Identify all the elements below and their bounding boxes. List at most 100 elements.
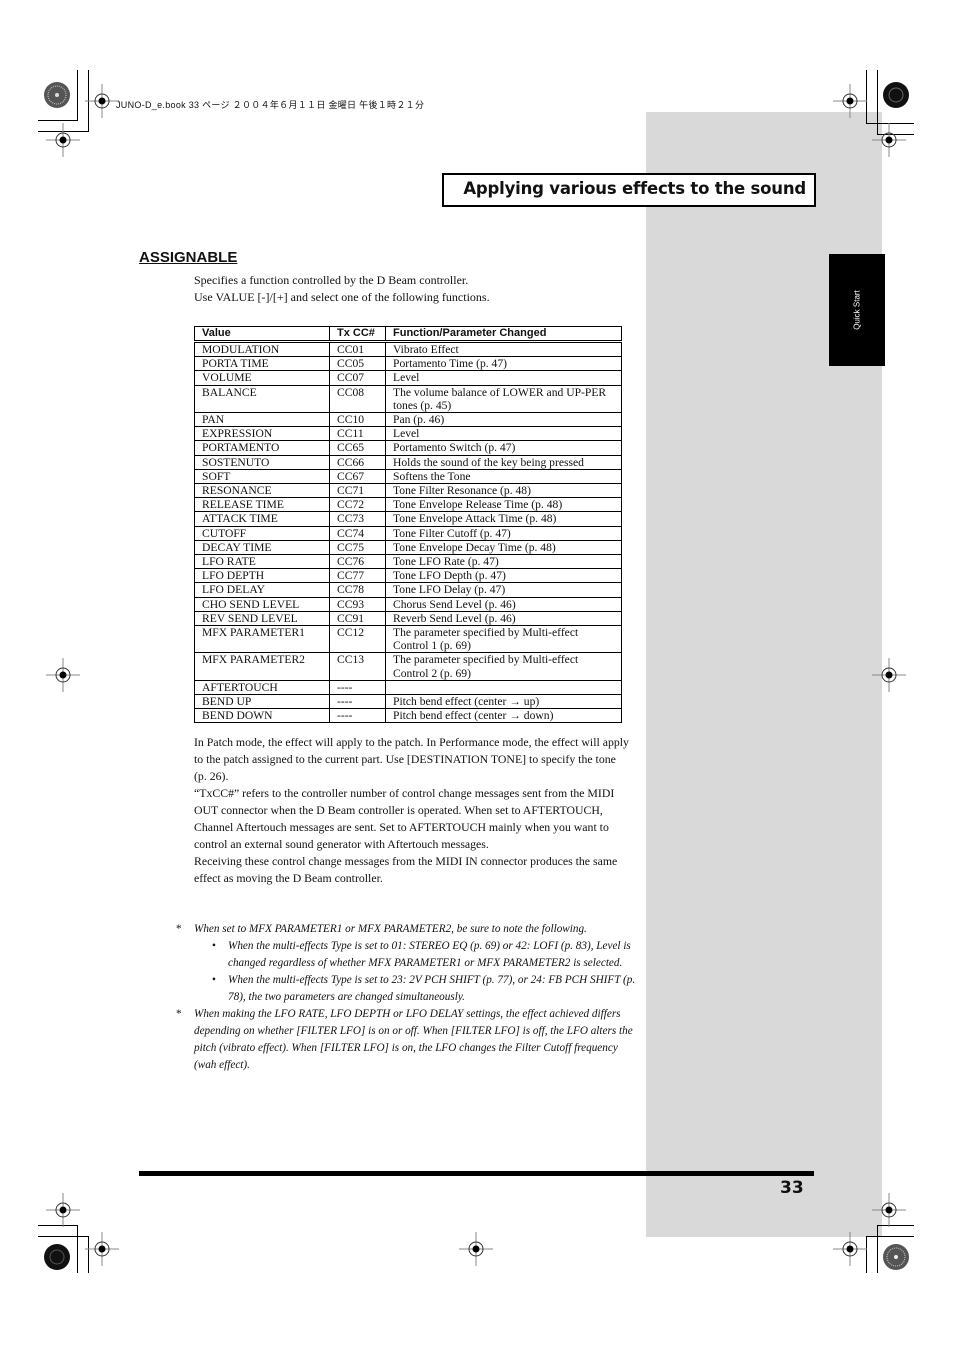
- table-row: ATTACK TIME CC73 Tone Envelope Attack Time…: [194, 511, 622, 527]
- function-cell: Pitch bend effect (center → down): [385, 708, 622, 724]
- color-target-icon: [883, 82, 909, 108]
- note-bullet: • When the multi-effects Type is set to …: [176, 938, 636, 972]
- value-cell: REV SEND LEVEL: [194, 610, 330, 627]
- table-row: BEND UP ---- Pitch bend effect (center → u…: [194, 694, 622, 710]
- function-cell: The volume balance of LOWER and UP-PER t…: [385, 384, 622, 414]
- function-cell: Tone Filter Resonance (p. 48): [385, 483, 622, 499]
- registration-mark-icon: [833, 84, 867, 118]
- section-title: ASSIGNABLE: [139, 249, 238, 266]
- cc-cell: CC73: [329, 511, 386, 527]
- value-cell: DECAY TIME: [194, 539, 330, 556]
- intro-line: Specifies a function controlled by the D…: [194, 273, 469, 287]
- asterisk-marker: *: [176, 923, 182, 935]
- table-row: PORTAMENTO CC65 Portamento Switch (p. 47): [194, 440, 622, 456]
- value-cell: CUTOFF: [194, 525, 330, 541]
- table-row: MFX PARAMETER2 CC13 The parameter specifie…: [194, 652, 622, 681]
- value-cell: SOFT: [194, 468, 330, 485]
- bullet-text: When the multi-effects Type is set to 23…: [228, 974, 636, 1003]
- registration-mark-icon: [872, 123, 906, 157]
- table-row: LFO DELAY CC78 Tone LFO Delay (p. 47): [194, 582, 622, 598]
- table-row: LFO DEPTH CC77 Tone LFO Depth (p. 47): [194, 568, 622, 584]
- footer-rule: [139, 1171, 814, 1176]
- function-cell: Level: [385, 426, 622, 442]
- function-cell: Tone Filter Cutoff (p. 47): [385, 525, 622, 541]
- cc-cell: CC11: [329, 426, 386, 442]
- table-header-row: Value Tx CC# Function/Parameter Changed: [194, 326, 622, 343]
- note: * When set to MFX PARAMETER1 or MFX PARA…: [176, 921, 636, 938]
- registration-mark-icon: [85, 84, 119, 118]
- registration-mark-icon: [85, 1232, 119, 1266]
- crop-mark: [77, 1225, 78, 1273]
- cc-cell: CC72: [329, 497, 386, 513]
- paragraph: Receiving these control change messages …: [194, 854, 618, 885]
- value-cell: VOLUME: [194, 370, 330, 386]
- crop-mark: [38, 1236, 89, 1237]
- function-cell: The parameter specified by Multi-effect …: [385, 652, 622, 681]
- cc-cell: CC65: [329, 440, 386, 456]
- cc-cell: CC74: [329, 525, 386, 541]
- table-row: CHO SEND LEVEL CC93 Chorus Send Level (p. …: [194, 596, 622, 612]
- note-text: When making the LFO RATE, LFO DEPTH or L…: [194, 1008, 633, 1071]
- cc-cell: CC76: [329, 554, 386, 570]
- notes: * When set to MFX PARAMETER1 or MFX PARA…: [176, 921, 636, 1074]
- table-row: REV SEND LEVEL CC91 Reverb Send Level (p. …: [194, 610, 622, 627]
- function-cell: The parameter specified by Multi-effect …: [385, 625, 622, 654]
- table-row: PORTA TIME CC05 Portamento Time (p. 47): [194, 356, 622, 372]
- bullet-icon: •: [212, 974, 216, 986]
- table-row: SOFT CC67 Softens the Tone: [194, 468, 622, 485]
- cc-cell: ----: [329, 708, 386, 724]
- bullet-icon: •: [212, 940, 216, 952]
- cc-cell: CC12: [329, 625, 386, 654]
- cc-cell: CC05: [329, 356, 386, 372]
- function-cell: Pitch bend effect (center → up): [385, 694, 622, 710]
- value-cell: PAN: [194, 412, 330, 428]
- registration-mark-icon: [46, 123, 80, 157]
- function-cell: Tone Envelope Release Time (p. 48): [385, 497, 622, 513]
- function-cell: Portamento Time (p. 47): [385, 356, 622, 372]
- chapter-header: Applying various effects to the sound: [442, 173, 816, 207]
- registration-mark-icon: [872, 1193, 906, 1227]
- table-row: LFO RATE CC76 Tone LFO Rate (p. 47): [194, 554, 622, 570]
- function-cell: Vibrato Effect: [385, 340, 622, 358]
- paragraph: “TxCC#” refers to the controller number …: [194, 786, 615, 851]
- value-cell: PORTA TIME: [194, 356, 330, 372]
- registration-mark-icon: [872, 658, 906, 692]
- table-row: BEND DOWN ---- Pitch bend effect (center →…: [194, 708, 622, 724]
- crop-mark: [38, 120, 78, 121]
- cc-cell: CC66: [329, 454, 386, 470]
- value-cell: MFX PARAMETER2: [194, 652, 330, 681]
- value-cell: MFX PARAMETER1: [194, 625, 330, 654]
- color-target-icon: [44, 1244, 70, 1270]
- table-row: CUTOFF CC74 Tone Filter Cutoff (p. 47): [194, 525, 622, 541]
- value-cell: AFTERTOUCH: [194, 679, 330, 696]
- function-cell: Tone Envelope Decay Time (p. 48): [385, 539, 622, 556]
- side-tab-label: Quick Start: [852, 290, 862, 330]
- registration-mark-icon: [833, 1232, 867, 1266]
- note: * When making the LFO RATE, LFO DEPTH or…: [176, 1006, 636, 1074]
- cc-cell: CC91: [329, 610, 386, 627]
- table-row: VOLUME CC07 Level: [194, 370, 622, 386]
- crop-mark: [866, 1236, 914, 1237]
- body-text: In Patch mode, the effect will apply to …: [194, 734, 630, 887]
- function-cell: Softens the Tone: [385, 468, 622, 485]
- cc-cell: ----: [329, 694, 386, 710]
- table-row: BALANCE CC08 The volume balance of LOWER a…: [194, 384, 622, 414]
- value-cell: LFO DEPTH: [194, 568, 330, 584]
- note-text: When set to MFX PARAMETER1 or MFX PARAME…: [194, 923, 587, 935]
- cc-cell: CC77: [329, 568, 386, 584]
- value-cell: CHO SEND LEVEL: [194, 596, 330, 612]
- cc-cell: CC10: [329, 412, 386, 428]
- page-number: 33: [780, 1178, 804, 1198]
- cc-cell: CC75: [329, 539, 386, 556]
- value-cell: MODULATION: [194, 340, 330, 358]
- cc-cell: CC71: [329, 483, 386, 499]
- cc-cell: CC78: [329, 582, 386, 598]
- paragraph: In Patch mode, the effect will apply to …: [194, 735, 629, 783]
- color-target-icon: [883, 1244, 909, 1270]
- table-row: AFTERTOUCH ----: [194, 679, 622, 696]
- cc-cell: CC08: [329, 384, 386, 414]
- table-row: MODULATION CC01 Vibrato Effect: [194, 340, 622, 358]
- value-cell: BEND UP: [194, 694, 330, 710]
- function-cell: [385, 679, 622, 696]
- function-cell: Pan (p. 46): [385, 412, 622, 428]
